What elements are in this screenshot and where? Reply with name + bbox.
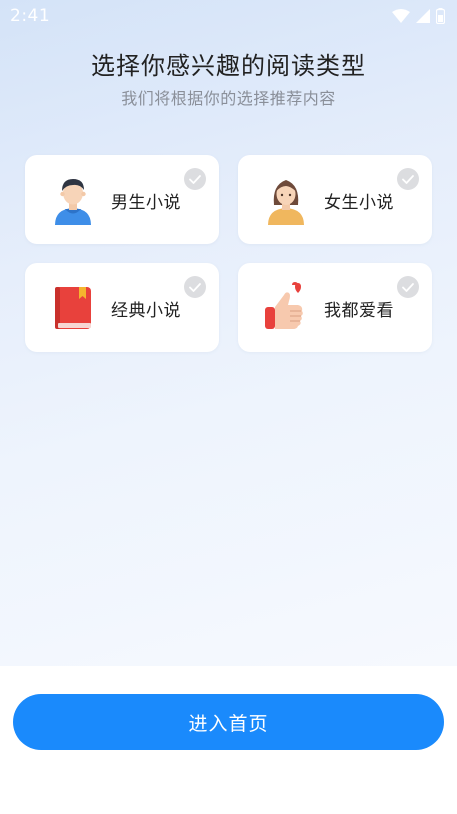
book-icon <box>55 287 91 329</box>
option-label: 我都爱看 <box>324 301 394 321</box>
checkmark-icon[interactable] <box>397 276 419 298</box>
female-avatar-icon <box>268 180 304 225</box>
option-card-male[interactable]: 男生小说 <box>25 155 219 244</box>
page-subtitle: 我们将根据你的选择推荐内容 <box>121 89 336 108</box>
enter-home-button[interactable]: 进入首页 <box>13 694 444 750</box>
option-label: 经典小说 <box>111 301 181 321</box>
option-card-all[interactable]: 我都爱看 <box>238 263 432 352</box>
wifi-icon <box>392 9 410 23</box>
option-card-female[interactable]: 女生小说 <box>238 155 432 244</box>
male-avatar-icon <box>55 179 91 225</box>
page-title: 选择你感兴趣的阅读类型 <box>91 52 366 80</box>
status-time: 2:41 <box>10 6 51 26</box>
option-label: 女生小说 <box>324 193 394 213</box>
option-card-classic[interactable]: 经典小说 <box>25 263 219 352</box>
battery-icon <box>436 8 445 24</box>
checkmark-icon[interactable] <box>397 168 419 190</box>
checkmark-icon[interactable] <box>184 168 206 190</box>
thumbs-up-heart-icon <box>265 282 303 329</box>
checkmark-icon[interactable] <box>184 276 206 298</box>
status-icons <box>392 8 445 24</box>
option-label: 男生小说 <box>111 193 181 213</box>
cell-signal-icon <box>416 9 430 23</box>
status-bar: 2:41 <box>0 0 457 32</box>
